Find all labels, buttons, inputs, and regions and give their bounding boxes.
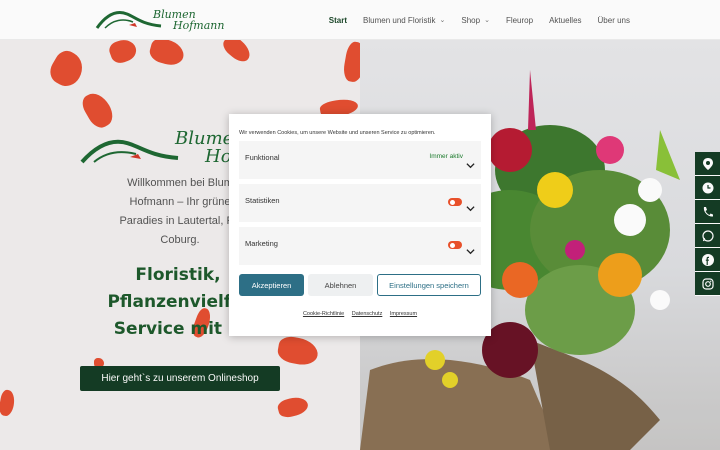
privacy-link[interactable]: Datenschutz (352, 311, 383, 317)
category-label: Statistiken (245, 196, 280, 205)
cookie-buttons: Akzeptieren Ablehnen Einstellungen speic… (239, 274, 481, 296)
always-active-label: Immer aktiv (429, 153, 463, 160)
cookie-category-marketing[interactable]: Marketing (239, 227, 481, 265)
chevron-down-icon[interactable] (466, 204, 475, 213)
cookie-category-statistiken[interactable]: Statistiken (239, 184, 481, 222)
category-label: Funktional (245, 153, 280, 162)
cookie-category-funktional[interactable]: Funktional Immer aktiv (239, 141, 481, 179)
chevron-down-icon[interactable] (466, 247, 475, 256)
cookie-consent-dialog: Wir verwenden Cookies, um unsere Website… (229, 114, 491, 336)
cookie-links: Cookie-Richtlinie Datenschutz Impressum (229, 311, 491, 317)
accept-button[interactable]: Akzeptieren (239, 274, 304, 296)
save-settings-button[interactable]: Einstellungen speichern (377, 274, 481, 296)
category-label: Marketing (245, 239, 278, 248)
chevron-down-icon[interactable] (466, 161, 475, 170)
marketing-toggle[interactable] (448, 241, 462, 249)
statistiken-toggle[interactable] (448, 198, 462, 206)
decline-button[interactable]: Ablehnen (308, 274, 373, 296)
cookie-policy-link[interactable]: Cookie-Richtlinie (303, 311, 344, 317)
cookie-message: Wir verwenden Cookies, um unsere Website… (239, 130, 436, 136)
imprint-link[interactable]: Impressum (390, 311, 417, 317)
